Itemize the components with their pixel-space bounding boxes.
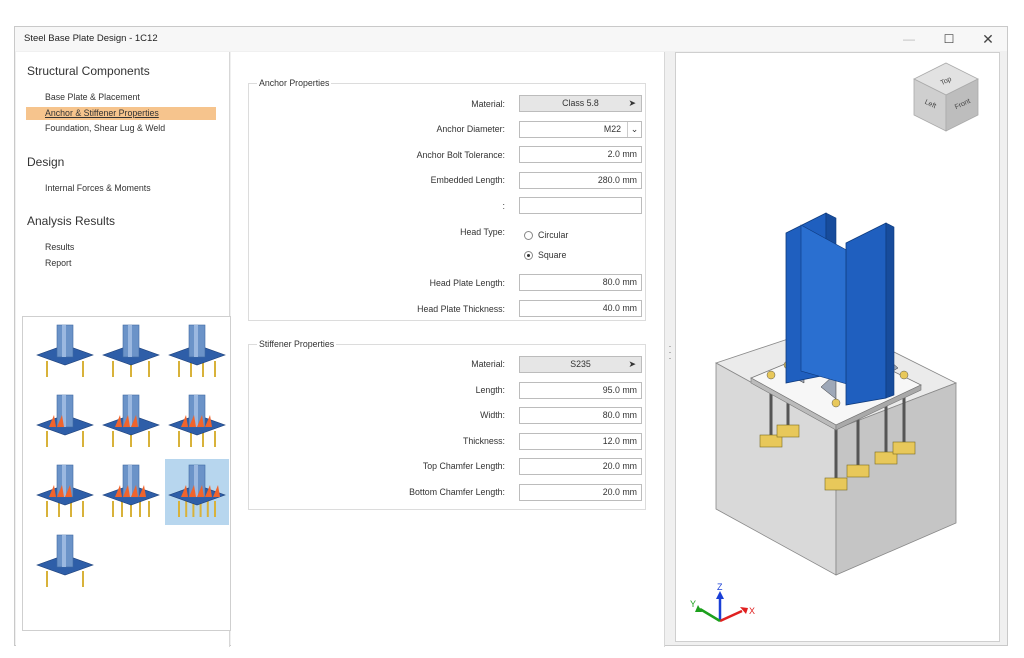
head-plate-thickness-label: Head Plate Thickness: [417, 304, 505, 314]
stiffener-length-label: Length: [475, 385, 505, 395]
anchor-material-label: Material: [471, 99, 505, 109]
3d-model-canvas[interactable]: Top Left Front Z X Y [676, 53, 999, 641]
stiffener-properties-group: Stiffener Properties Material: S235 ➤ Le… [248, 339, 646, 510]
stiffener-material-value: S235 [570, 359, 591, 369]
app-window: Steel Base Plate Design - 1C12 — ☐ ✕ Str… [14, 26, 1008, 647]
head-type-label: Head Type: [460, 227, 505, 237]
nav-report[interactable]: Report [26, 257, 216, 270]
3d-viewport[interactable]: Top Left Front Z X Y [675, 52, 1000, 642]
stiffener-thickness-label: Thickness: [462, 436, 505, 446]
stiffener-material-field[interactable]: S235 ➤ [519, 356, 642, 373]
nav-anchor-stiffener-properties[interactable]: Anchor & Stiffener Properties [26, 107, 216, 120]
anchor-diameter-select[interactable]: M22 ⌄ [519, 121, 642, 138]
section-structural-components: Structural Components [27, 64, 150, 78]
section-design: Design [27, 155, 65, 169]
configuration-gallery [22, 316, 231, 631]
anchor-properties-group: Anchor Properties Material: Class 5.8 ➤ … [248, 78, 646, 321]
maximize-button[interactable]: ☐ [929, 29, 969, 49]
configuration-thumbnail[interactable] [33, 319, 97, 385]
window-title: Steel Base Plate Design - 1C12 [24, 33, 158, 44]
radio-square[interactable] [524, 250, 533, 260]
configuration-thumbnail[interactable] [99, 319, 163, 385]
embedded-length-label: Embedded Length: [430, 175, 505, 185]
configuration-thumbnail[interactable] [165, 389, 229, 455]
top-chamfer-length-label: Top Chamfer Length: [422, 461, 505, 471]
close-button[interactable]: ✕ [968, 29, 1008, 49]
steel-column [785, 212, 895, 406]
nav-base-plate-placement[interactable]: Base Plate & Placement [26, 91, 216, 104]
axis-z-label: Z [717, 582, 723, 592]
configuration-thumbnail[interactable] [99, 459, 163, 525]
chevron-down-icon[interactable]: ⌄ [627, 122, 641, 137]
properties-panel: Anchor Properties Material: Class 5.8 ➤ … [231, 52, 665, 647]
head-type-square-option[interactable]: Square [524, 250, 566, 260]
stiffener-width-label: Width: [480, 410, 505, 420]
anchor-tolerance-label: Anchor Bolt Tolerance: [416, 150, 505, 160]
section-analysis-results: Analysis Results [27, 214, 116, 228]
bottom-chamfer-length-label: Bottom Chamfer Length: [409, 487, 505, 497]
blank-field[interactable] [519, 197, 642, 214]
nav-foundation-shear-lug-weld[interactable]: Foundation, Shear Lug & Weld [26, 122, 216, 135]
blank-label: : [502, 201, 505, 211]
embedded-length-field[interactable]: 280.0 mm [519, 172, 642, 189]
minimize-button[interactable]: — [889, 29, 929, 49]
stiffener-properties-title: Stiffener Properties [257, 339, 337, 349]
bottom-chamfer-length-field[interactable]: 20.0 mm [519, 484, 642, 501]
nav-results[interactable]: Results [26, 241, 216, 254]
configuration-thumbnail[interactable] [33, 459, 97, 525]
axis-y-label: Y [690, 599, 696, 609]
nav-internal-forces-moments[interactable]: Internal Forces & Moments [26, 182, 216, 195]
stiffener-width-field[interactable]: 80.0 mm [519, 407, 642, 424]
configuration-thumbnail[interactable] [99, 389, 163, 455]
head-plate-length-field[interactable]: 80.0 mm [519, 274, 642, 291]
head-plate-thickness-field[interactable]: 40.0 mm [519, 300, 642, 317]
axis-x-label: X [749, 606, 755, 616]
view-cube[interactable]: Top Left Front [913, 62, 979, 132]
radio-circular[interactable] [524, 230, 533, 240]
head-type-circular-label: Circular [538, 230, 569, 240]
pointer-icon: ➤ [628, 98, 636, 108]
stiffener-length-field[interactable]: 95.0 mm [519, 382, 642, 399]
anchor-diameter-label: Anchor Diameter: [436, 124, 505, 134]
head-type-square-label: Square [538, 250, 567, 260]
stiffener-material-label: Material: [471, 359, 505, 369]
axis-triad: Z X Y [690, 582, 755, 623]
configuration-thumbnail[interactable] [33, 529, 97, 595]
panel-splitter-handle[interactable]: · · · [666, 342, 674, 363]
configuration-thumbnail[interactable] [165, 319, 229, 385]
top-chamfer-length-field[interactable]: 20.0 mm [519, 458, 642, 475]
anchor-properties-title: Anchor Properties [257, 78, 332, 88]
pointer-icon: ➤ [628, 359, 636, 369]
title-bar: Steel Base Plate Design - 1C12 — ☐ ✕ [15, 27, 1007, 51]
anchor-material-field[interactable]: Class 5.8 ➤ [519, 95, 642, 112]
anchor-tolerance-field[interactable]: 2.0 mm [519, 146, 642, 163]
head-plate-length-label: Head Plate Length: [429, 278, 505, 288]
head-type-circular-option[interactable]: Circular [524, 230, 568, 240]
stiffener-thickness-field[interactable]: 12.0 mm [519, 433, 642, 450]
configuration-thumbnail[interactable] [165, 459, 229, 525]
configuration-thumbnail[interactable] [33, 389, 97, 455]
anchor-material-value: Class 5.8 [562, 98, 599, 108]
